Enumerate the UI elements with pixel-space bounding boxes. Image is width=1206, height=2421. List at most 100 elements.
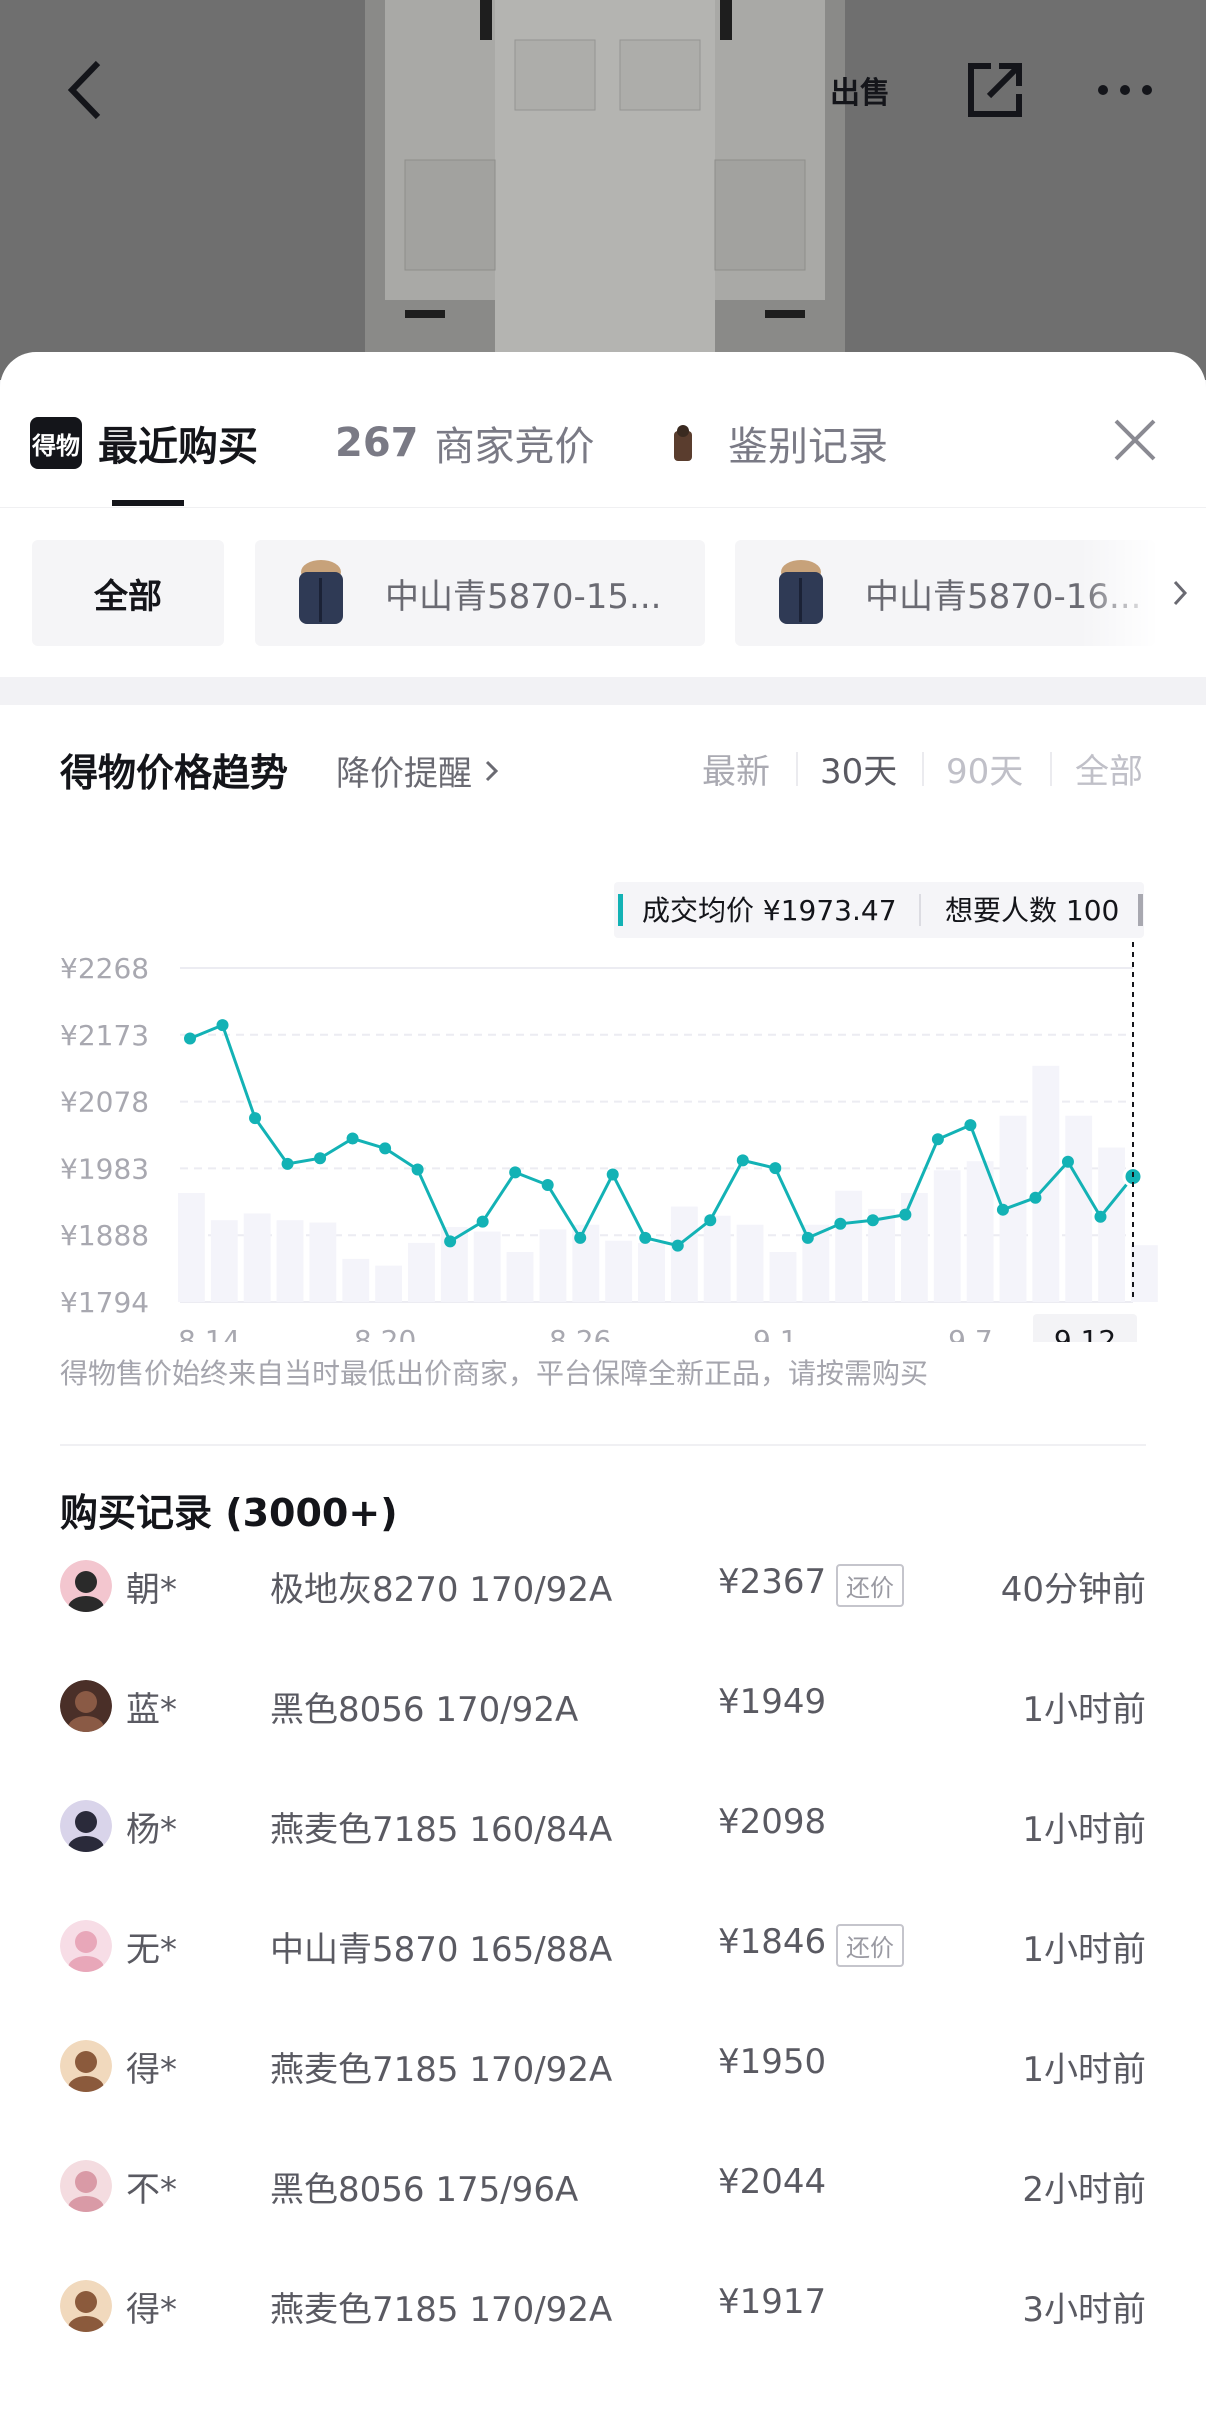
x-tick-label: 9.7 [948, 1324, 993, 1342]
record-row: 不* 黑色8056 175/96A ¥2044 2小时前 [0, 2132, 1206, 2252]
record-row: 杨* 燕麦色7185 160/84A ¥2098 1小时前 [0, 1772, 1206, 1892]
price-point [476, 1215, 489, 1228]
deal-price: ¥1949 [718, 1682, 827, 1722]
range-30d[interactable]: 30天 [820, 744, 897, 793]
range-90d[interactable]: 90天 [946, 744, 1023, 793]
price-point [216, 1019, 229, 1032]
price-point [281, 1157, 294, 1170]
volume-bar [309, 1222, 337, 1302]
y-tick-label: ¥1794 [60, 1286, 149, 1319]
y-tick-label: ¥2173 [60, 1019, 149, 1052]
tab-authentication[interactable]: 鉴别记录 [668, 408, 888, 478]
chip-label: 全部 [94, 576, 162, 617]
avatar [60, 1800, 112, 1852]
price-point [411, 1163, 424, 1176]
volume-bar [1098, 1147, 1125, 1302]
coat-image [365, 0, 845, 360]
price-point [249, 1112, 262, 1125]
volume-bar [1131, 1245, 1158, 1302]
volume-bar [1032, 1065, 1060, 1302]
avatar-image [60, 1920, 112, 1972]
jacket-thumb-icon [779, 560, 823, 624]
volume-bar [506, 1252, 534, 1302]
price-point [346, 1132, 359, 1145]
price-point [444, 1235, 457, 1248]
purchase-time: 40分钟前 [1000, 1570, 1146, 1610]
volume-bar [276, 1220, 304, 1302]
chip-all[interactable]: 全部 [32, 540, 224, 646]
tab-merchant-bid[interactable]: 267 商家竞价 [335, 408, 595, 478]
tooltip-marker [1138, 894, 1143, 926]
buyer-name: 不* [126, 2170, 177, 2210]
volume-bar [210, 1220, 238, 1302]
sell-button[interactable]: 出售 [820, 50, 900, 130]
back-button[interactable] [45, 50, 125, 130]
price-point [996, 1203, 1009, 1216]
buyer-name: 得* [126, 2050, 177, 2090]
chip-scroll-right[interactable] [1155, 568, 1205, 618]
price-point [509, 1166, 522, 1179]
price-point [1029, 1191, 1042, 1204]
more-button[interactable] [1085, 50, 1165, 130]
price-point [1094, 1210, 1107, 1223]
y-tick-label: ¥2078 [60, 1086, 149, 1119]
price-point [769, 1162, 782, 1175]
deal-price: ¥2044 [718, 2162, 827, 2202]
price-point [639, 1231, 652, 1244]
price-point [931, 1133, 944, 1146]
price-point [671, 1239, 684, 1252]
volume-bar [933, 1170, 961, 1302]
record-row: 得* 燕麦色7185 170/92A ¥1917 3小时前 [0, 2252, 1206, 2372]
purchase-time: 1小时前 [1022, 2050, 1146, 2090]
volume-bar [638, 1242, 665, 1302]
sku-spec: 极地灰8270 170/92A [270, 1570, 613, 1610]
share-button[interactable] [955, 50, 1035, 130]
purchase-time: 3小时前 [1022, 2290, 1146, 2330]
volume-bar [408, 1242, 435, 1302]
close-button[interactable] [1105, 410, 1165, 470]
sku-filter-bar: 全部 中山青5870-15... 中山青5870-16... [0, 507, 1206, 677]
sku-spec: 黑色8056 175/96A [270, 2170, 579, 2210]
price-drop-alert-link[interactable]: 降价提醒 [336, 746, 502, 795]
price-point [379, 1142, 392, 1155]
price-point [801, 1231, 814, 1244]
range-all[interactable]: 全部 [1075, 744, 1143, 793]
purchase-time: 2小时前 [1022, 2170, 1146, 2210]
price-point [866, 1214, 879, 1227]
chip-sku-1[interactable]: 中山青5870-15... [255, 540, 705, 646]
avatar [60, 1920, 112, 1972]
bid-count: 267 [335, 420, 419, 466]
product-image: 出售 [0, 0, 1206, 380]
x-tick-label: 8.14 [178, 1324, 240, 1342]
price-point [606, 1168, 619, 1181]
volume-bar [375, 1265, 403, 1302]
deal-price: ¥1917 [718, 2282, 827, 2322]
section-gap [0, 677, 1206, 705]
avatar [60, 2160, 112, 2212]
deal-price: ¥1950 [718, 2042, 827, 2082]
price-point [1061, 1155, 1074, 1168]
tab-recent-purchase[interactable]: 得物 最近购买 [30, 408, 258, 478]
sku-spec: 中山青5870 165/88A [270, 1930, 613, 1970]
avatar [60, 2040, 112, 2092]
close-icon [1114, 419, 1156, 461]
tab-bar: 得物 最近购买 267 商家竞价 鉴别记录 [0, 352, 1206, 507]
avatar-image [60, 1560, 112, 1612]
price-point [834, 1217, 847, 1230]
back-chevron-icon [67, 60, 101, 120]
avatar [60, 2280, 112, 2332]
price-point [736, 1154, 749, 1167]
range-latest[interactable]: 最新 [702, 744, 770, 793]
sku-spec: 燕麦色7185 170/92A [270, 2290, 613, 2330]
price-point [314, 1152, 327, 1165]
dewu-logo-icon: 得物 [30, 417, 82, 469]
avatar-image [60, 2160, 112, 2212]
price-point [184, 1032, 196, 1045]
buyer-name: 朝* [126, 1570, 177, 1610]
chip-fade [1080, 540, 1160, 646]
purchase-time: 1小时前 [1022, 1690, 1146, 1730]
range-separator [796, 752, 798, 786]
avatar [60, 1680, 112, 1732]
alert-label: 降价提醒 [336, 754, 472, 794]
avatar-image [60, 2280, 112, 2332]
